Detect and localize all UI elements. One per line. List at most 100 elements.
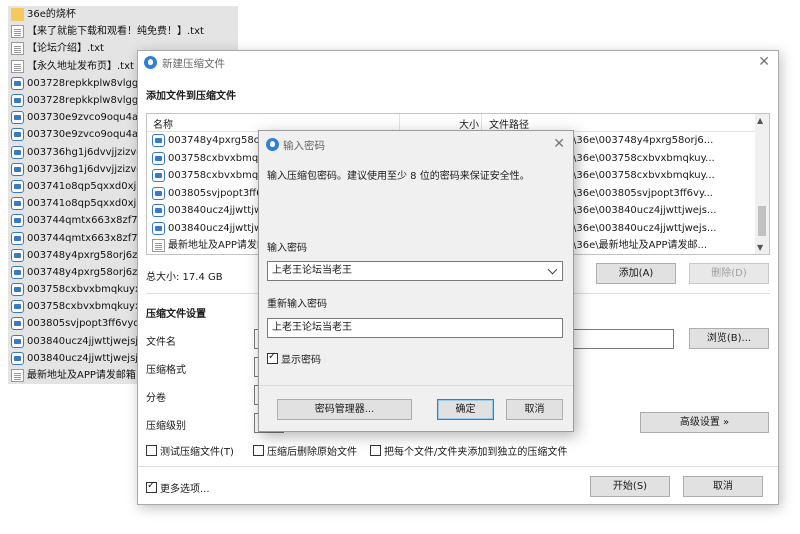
scrollbar-thumb[interactable] bbox=[758, 206, 766, 236]
chevron-down-icon[interactable] bbox=[547, 264, 558, 275]
close-icon[interactable]: ✕ bbox=[758, 54, 770, 70]
footer-divider bbox=[138, 466, 778, 467]
column-path-header[interactable]: 文件路径 bbox=[489, 116, 529, 131]
txt-file-icon bbox=[152, 239, 165, 252]
archive-icon bbox=[11, 317, 24, 331]
archive-icon bbox=[11, 76, 24, 90]
txt-file-icon bbox=[11, 369, 24, 383]
password-description: 输入压缩包密码。建议使用至少 8 位的密码来保证安全性。 bbox=[267, 171, 530, 182]
archive-icon bbox=[11, 94, 24, 108]
row-file-path: \36e\003758cxbvxbmqkuy... bbox=[573, 152, 715, 164]
separate-archives-label[interactable]: 把每个文件/文件夹添加到独立的压缩文件 bbox=[384, 443, 567, 458]
background-file-name: 003728repkkplw8vlggq bbox=[27, 77, 145, 89]
total-size-text: 总大小: 17.4 GB bbox=[146, 272, 223, 283]
password-value: 上老王论坛当老王 bbox=[272, 265, 352, 276]
archive-icon bbox=[11, 334, 24, 348]
column-size-header[interactable]: 大小 bbox=[459, 116, 479, 131]
background-file-name: 003748y4pxrg58orj6z bbox=[27, 249, 138, 261]
background-file-name: 003741o8qp5qxxd0xj7 bbox=[27, 180, 143, 192]
scroll-up-icon[interactable]: ▲ bbox=[757, 116, 763, 125]
row-file-path: \36e\003840ucz4jjwttjwejs... bbox=[573, 205, 717, 216]
archive-icon bbox=[11, 300, 24, 314]
password-label: 输入密码 bbox=[267, 243, 307, 254]
browse-button[interactable]: 浏览(B)... bbox=[689, 328, 769, 349]
delete-original-label[interactable]: 压缩后删除原始文件 bbox=[267, 443, 357, 458]
archive-icon bbox=[152, 204, 165, 217]
row-file-path: \36e\003805svjpopt3ff6vy... bbox=[573, 187, 713, 199]
row-file-name: 003805svjpopt3ff6v bbox=[168, 187, 269, 199]
archive-icon bbox=[11, 214, 24, 228]
background-file-name: 最新地址及APP请发邮箱 bbox=[27, 370, 136, 382]
delete-original-checkbox[interactable] bbox=[253, 445, 264, 456]
cancel-button[interactable]: 取消 bbox=[683, 476, 763, 497]
archive-icon bbox=[152, 221, 165, 235]
row-file-path: \36e\最新地址及APP请发邮... bbox=[573, 240, 708, 251]
table-scrollbar[interactable]: ▲ ▼ bbox=[755, 114, 769, 254]
background-file-name: 003758cxbvxbmqkuyxu bbox=[27, 301, 148, 313]
ok-button[interactable]: 确定 bbox=[437, 399, 494, 420]
start-button[interactable]: 开始(S) bbox=[590, 476, 670, 497]
txt-file-icon bbox=[11, 59, 24, 73]
row-file-name: 003840ucz4jjwttjwej bbox=[168, 205, 272, 216]
folder-icon bbox=[11, 8, 24, 22]
password-dialog-titlebar: 输入密码 ✕ bbox=[259, 131, 573, 157]
show-password-label[interactable]: 显示密码 bbox=[281, 351, 321, 366]
txt-file-icon bbox=[11, 25, 24, 39]
password-manager-button[interactable]: 密码管理器... bbox=[277, 399, 412, 420]
archive-icon bbox=[11, 128, 24, 142]
filename-label: 文件名 bbox=[146, 337, 176, 348]
add-files-section-title: 添加文件到压缩文件 bbox=[146, 91, 236, 102]
background-file-name: 003730e9zvco9oqu4a4 bbox=[27, 112, 145, 124]
archive-icon bbox=[11, 162, 24, 176]
password-dialog-title: 输入密码 bbox=[283, 140, 325, 152]
format-label: 压缩格式 bbox=[146, 365, 186, 376]
more-options-label[interactable]: 更多选项... bbox=[160, 480, 210, 495]
background-file-name: 003741o8qp5qxxd0xj7 bbox=[27, 198, 143, 210]
close-icon[interactable]: ✕ bbox=[553, 136, 565, 152]
delete-button[interactable]: 删除(D) bbox=[689, 263, 769, 284]
background-file-name: 【来了就能下载和观看！纯免费！】.txt bbox=[27, 26, 204, 38]
background-file-item[interactable]: 36e的烧杯 bbox=[8, 6, 238, 24]
column-name-header[interactable]: 名称 bbox=[153, 116, 173, 131]
archive-icon bbox=[11, 351, 24, 365]
show-password-checkbox[interactable] bbox=[267, 351, 278, 364]
password-cancel-button[interactable]: 取消 bbox=[506, 399, 563, 420]
advanced-settings-button[interactable]: 高级设置 » bbox=[640, 412, 769, 433]
reenter-password-input[interactable]: 上老王论坛当老王 bbox=[267, 318, 563, 338]
row-file-name: 003758cxbvxbmqku bbox=[168, 152, 271, 164]
archive-icon bbox=[11, 197, 24, 211]
settings-section-title: 压缩文件设置 bbox=[146, 309, 206, 320]
row-file-path: \36e\003758cxbvxbmqkuy... bbox=[573, 170, 715, 181]
background-file-name: 003840ucz4jjwttjwejsje. bbox=[27, 335, 148, 347]
background-file-name: 003730e9zvco9oqu4a4 bbox=[27, 129, 145, 141]
row-file-path: \36e\003748y4pxrg58orj6... bbox=[573, 135, 714, 146]
archive-icon bbox=[152, 186, 165, 200]
test-archive-label[interactable]: 测试压缩文件(T) bbox=[160, 443, 234, 458]
more-options-checkbox[interactable] bbox=[146, 480, 157, 493]
archive-icon bbox=[11, 265, 24, 279]
split-label: 分卷 bbox=[146, 393, 166, 404]
background-file-name: 003748y4pxrg58orj6z bbox=[27, 266, 138, 278]
password-input[interactable]: 上老王论坛当老王 bbox=[267, 261, 563, 281]
scroll-down-icon[interactable]: ▼ bbox=[757, 243, 763, 252]
separate-archives-checkbox[interactable] bbox=[370, 445, 381, 456]
add-button[interactable]: 添加(A) bbox=[596, 263, 676, 284]
background-file-name: 36e的烧杯 bbox=[27, 9, 76, 21]
archive-icon bbox=[11, 248, 24, 262]
background-file-name: 003728repkkplw8vlggq bbox=[27, 95, 145, 107]
background-file-item[interactable]: 【来了就能下载和观看！纯免费！】.txt bbox=[8, 23, 238, 41]
row-file-name: 最新地址及APP请发邮 bbox=[168, 240, 267, 251]
dialog-titlebar: 新建压缩文件 ✕ bbox=[138, 51, 778, 75]
app-logo-icon bbox=[144, 56, 157, 69]
test-archive-checkbox[interactable] bbox=[146, 445, 157, 456]
archive-icon bbox=[152, 151, 165, 165]
background-file-name: 003744qmtx663x8zf7m bbox=[27, 232, 148, 244]
txt-file-icon bbox=[11, 42, 24, 56]
app-logo-icon bbox=[266, 138, 279, 151]
background-file-name: 【永久地址发布页】.txt bbox=[27, 60, 134, 72]
level-label: 压缩级别 bbox=[146, 421, 186, 432]
archive-icon bbox=[11, 231, 24, 245]
dialog-title: 新建压缩文件 bbox=[162, 58, 225, 70]
reenter-password-label: 重新输入密码 bbox=[267, 299, 327, 310]
archive-icon bbox=[11, 179, 24, 193]
